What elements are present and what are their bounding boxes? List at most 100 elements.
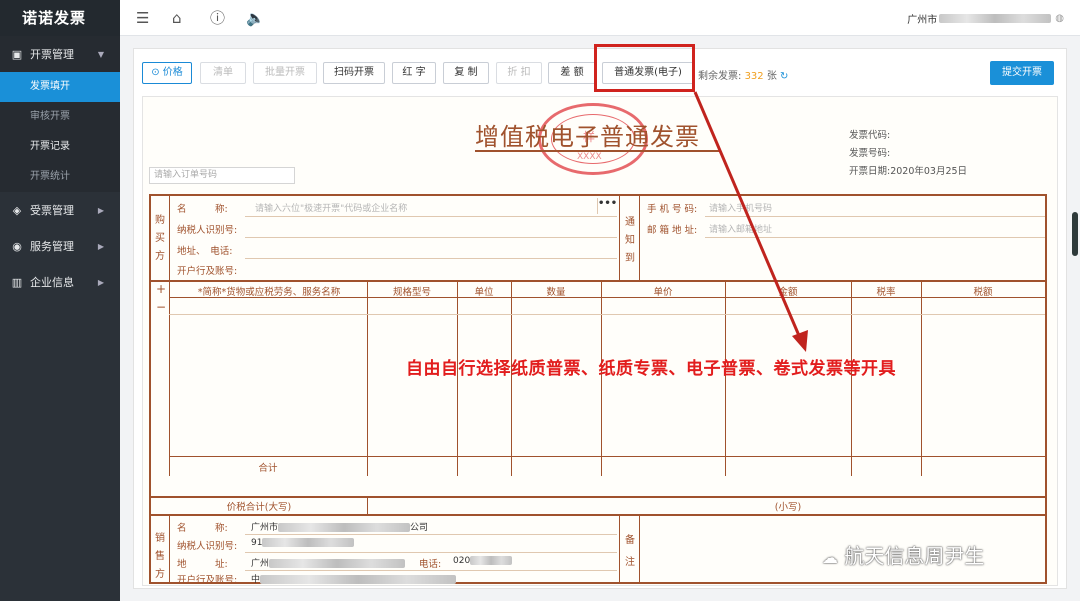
seller-phone-label: 电话: [419,559,442,570]
divider [169,516,170,582]
red-invoice-button[interactable]: 红 字 [392,62,436,84]
total-lowercase-label: (小写) [774,502,802,513]
annotation-text: 自由自行选择纸质普票、纸质专票、电子普票、卷式发票等开具 [406,359,896,379]
col-header-tax-rate: 税率 [876,287,896,298]
wechat-icon: ☁ [822,548,838,567]
order-number-input[interactable]: 请输入订单号码 [149,167,295,184]
remaining-label: 剩余发票: [698,71,742,82]
buyer-bank-label: 开户行及账号: [177,266,238,277]
nav-label: 开票管理 [30,48,74,61]
divider [245,237,617,238]
caret-right-icon: ▶ [97,277,104,287]
watermark: ☁ 航天信息周尹生 [822,540,984,569]
copy-button[interactable]: 复 制 [443,62,489,84]
invoice-type-highlight-box [594,44,695,92]
user-city: 广州市 [907,15,938,26]
caret-down-icon: ▼ [97,49,104,59]
sidebar-item-invoice-stats[interactable]: 开票统计 [0,162,120,192]
caret-right-icon: ▶ [97,241,104,251]
submit-invoice-button[interactable]: 提交开票 [990,61,1054,85]
col-header-amount: 金额 [778,287,798,298]
divider [705,237,1045,238]
batch-invoice-button[interactable]: 批量开票 [253,62,317,84]
divider [705,216,1045,217]
phone-input[interactable]: 请输入手机号码 [709,201,772,214]
buyer-address-label: 地址、 电话: [177,246,233,257]
speaker-icon[interactable]: 🔈 [246,9,265,27]
divider [639,196,640,280]
nav-label: 企业信息 [30,276,74,289]
seller-tax-id: 91 [251,538,355,548]
more-icon[interactable]: ••• [597,198,617,214]
main-panel: ⊙ 价格 清单 批量开票 扫码开票 红 字 复 制 折 扣 差 额 普通发票(电… [133,48,1067,589]
seller-name-label: 名 称: [177,523,228,534]
help-icon[interactable]: ⓘ [210,9,225,27]
user-menu[interactable]: 广州市 ◍ [907,11,1064,26]
seller-bank-label: 开户行及账号: [177,575,238,586]
price-label: 价格 [162,67,183,78]
user-name-blurred [939,14,1052,23]
items-table: + − *简称*货物或应税劳务、服务名称 规格型号 单位 数量 单价 金额 税率… [149,280,1047,498]
add-row-icon[interactable]: + [156,282,166,296]
sidebar-item-invoice-records[interactable]: 开票记录 [0,132,120,162]
discount-button[interactable]: 折 扣 [496,62,542,84]
seller-address: 广州 [251,556,406,569]
seller-side-label: 销售方 [155,533,165,580]
divider [169,280,170,476]
watermark-text: 航天信息周尹生 [844,544,985,568]
building-icon: ▥ [11,275,23,289]
seller-name: 广州市 公司 [251,523,429,533]
sidebar-item-fill-invoice[interactable]: 发票填开 [0,72,120,102]
divider [245,552,617,553]
divider [169,456,1045,457]
col-header-name: *简称*货物或应税劳务、服务名称 [197,287,341,298]
seller-tax-label: 纳税人识别号: [177,541,238,552]
list-button[interactable]: 清单 [200,62,246,84]
buyer-name-input[interactable]: 请输入六位"极速开票"代码或企业名称 [255,201,407,214]
divider [245,570,617,571]
divider [367,497,368,515]
notify-label: 通知到 [625,217,635,264]
nav-invoice-management[interactable]: ▣ 开票管理 ▼ [0,36,120,72]
app-logo: 诺诺发票 [0,0,120,36]
price-button[interactable]: ⊙ 价格 [142,62,192,84]
seller-phone: 020 [453,556,513,566]
divider [619,516,620,582]
col-header-spec: 规格型号 [392,287,431,298]
top-bar: ☰ ⌂ ⓘ 🔈 广州市 ◍ [120,0,1080,36]
totals-row: 价税合计(大写) (小写) [149,496,1047,516]
remove-row-icon[interactable]: − [156,300,166,314]
refresh-icon[interactable]: ↻ [780,71,788,82]
divider [245,534,617,535]
invoice-code-label: 发票代码: [849,130,891,141]
phone-label: 手 机 号 码: [647,204,698,215]
divider [619,196,620,280]
sidebar: 诺诺发票 ▣ 开票管理 ▼ 发票填开 审核开票 开票记录 开票统计 ◈ 受票管理… [0,0,120,601]
divider [245,258,617,259]
buyer-tax-label: 纳税人识别号: [177,225,238,236]
scan-invoice-button[interactable]: 扫码开票 [323,62,385,84]
buyer-side-label: 购买方 [155,215,165,262]
home-icon[interactable]: ⌂ [172,9,182,27]
invoice-icon: ▣ [11,47,23,61]
remaining-unit: 张 [766,71,777,82]
divider [639,516,640,582]
layers-icon: ◈ [12,203,22,217]
subtotal-label: 合计 [258,463,278,474]
nav-company-info[interactable]: ▥ 企业信息 ▶ [0,264,120,300]
scrollbar-thumb[interactable] [1072,212,1078,256]
divider [921,280,922,476]
menu-toggle-icon[interactable]: ☰ [136,9,149,27]
difference-button[interactable]: 差 额 [548,62,596,84]
nav-service-management[interactable]: ◉ 服务管理 ▶ [0,228,120,264]
invoice-title: 增值税电子普通发票 [475,123,700,151]
total-uppercase-label: 价税合计(大写) [226,502,292,513]
email-input[interactable]: 请输入邮箱地址 [709,222,772,235]
divider [169,297,1045,298]
stamp-text: XXXX [577,152,602,162]
remaining-count: 332 [744,71,764,82]
sidebar-item-review-invoice[interactable]: 审核开票 [0,102,120,132]
nav-receive-management[interactable]: ◈ 受票管理 ▶ [0,192,120,228]
seller-address-label: 地 址: [177,559,228,570]
seller-bank: 中 [251,572,457,585]
